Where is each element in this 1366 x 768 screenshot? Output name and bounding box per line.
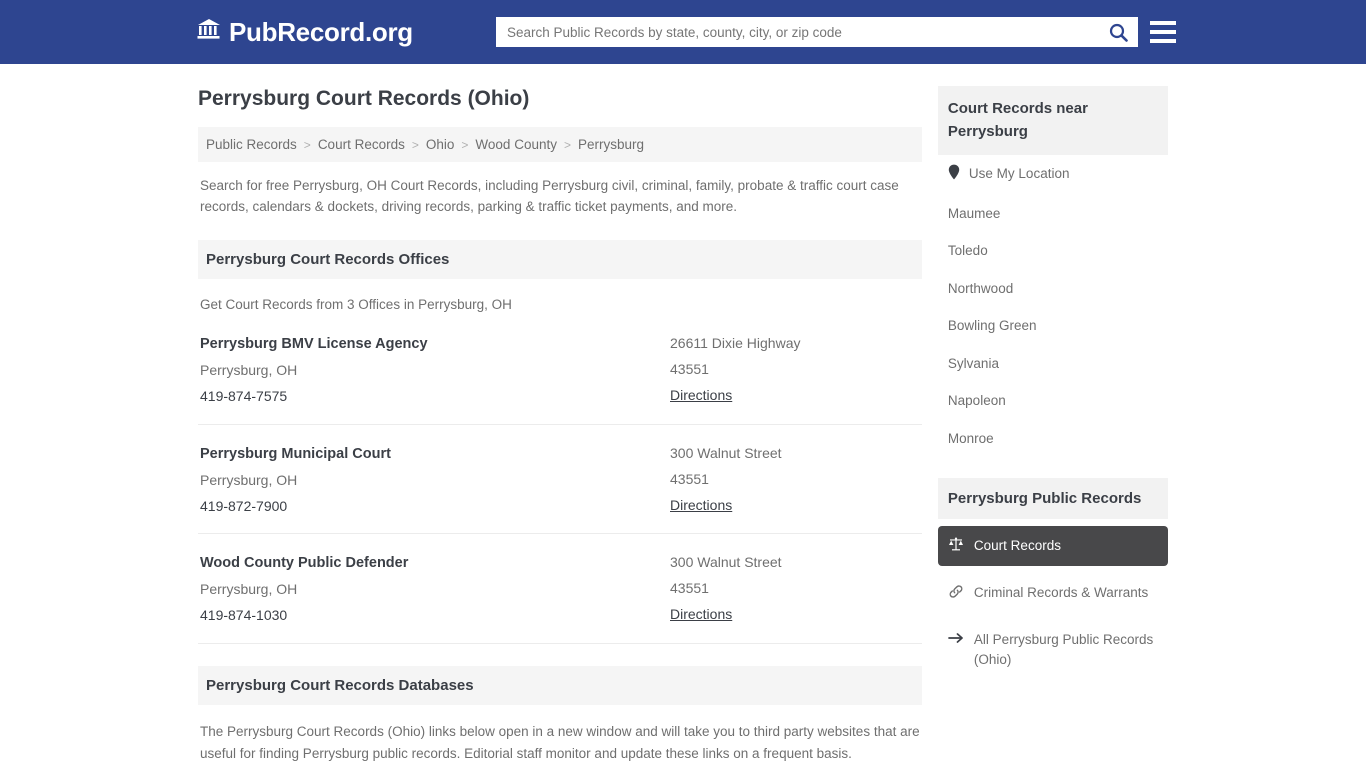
office-phone: 419-874-1030: [200, 607, 288, 624]
sidebar-item-label: Use My Location: [968, 166, 1070, 181]
logo-text: PubRecord.org: [229, 16, 413, 47]
office-phone: 419-872-7900: [200, 497, 288, 514]
office-name: Perrysburg Municipal Court: [200, 445, 391, 462]
office-row: Wood County Public Defender Perrysburg, …: [198, 534, 922, 645]
databases-intro-text: The Perrysburg Court Records (Ohio) link…: [200, 724, 920, 761]
sidebar: Court Records near Perrysburg Use My Loc…: [937, 86, 1168, 768]
office-zip: 43551: [670, 361, 709, 378]
office-street: 300 Walnut Street: [670, 554, 782, 571]
breadcrumb: Public Records > Court Records > Ohio > …: [198, 127, 922, 163]
office-address: 300 Walnut Street 43551 Directions: [670, 550, 920, 629]
link-chain-icon: [948, 583, 965, 599]
hamburger-bar: [1150, 30, 1176, 34]
directions-link[interactable]: Directions: [670, 383, 732, 409]
directions-link[interactable]: Directions: [670, 602, 732, 628]
sidebar-nearby-heading: Court Records near Perrysburg: [937, 86, 1168, 155]
sidebar-item-napoleon[interactable]: Napoleon: [938, 382, 1168, 420]
search-input[interactable]: [497, 18, 1099, 46]
sidebar-item-monroe[interactable]: Monroe: [938, 420, 1168, 458]
sidebar-item-label: Toledo: [947, 243, 988, 259]
office-row: Perrysburg Municipal Court Perrysburg, O…: [198, 425, 922, 535]
office-city-state: Perrysburg, OH: [200, 581, 298, 598]
breadcrumb-item-perrysburg[interactable]: Perrysburg: [578, 137, 644, 152]
main-content: Perrysburg Court Records (Ohio) Public R…: [198, 86, 922, 768]
site-logo[interactable]: PubRecord.org: [196, 17, 413, 46]
hamburger-menu-icon[interactable]: [1150, 19, 1176, 45]
office-zip: 43551: [670, 470, 709, 487]
databases-section-heading: Perrysburg Court Records Databases: [198, 666, 922, 706]
sidebar-item-label: Bowling Green: [947, 318, 1037, 334]
sidebar-item-northwood[interactable]: Northwood: [938, 270, 1168, 308]
sidebar-item-label: Monroe: [947, 430, 994, 446]
directions-link[interactable]: Directions: [670, 493, 732, 519]
office-city-state: Perrysburg, OH: [200, 471, 298, 488]
breadcrumb-separator: >: [563, 137, 571, 152]
sidebar-item-maumee[interactable]: Maumee: [938, 195, 1168, 233]
sidebar-item-label: Sylvania: [947, 355, 999, 371]
hamburger-bar: [1150, 39, 1176, 43]
sidebar-item-toledo[interactable]: Toledo: [938, 232, 1168, 270]
breadcrumb-item-wood-county[interactable]: Wood County: [475, 137, 557, 152]
page-body: Perrysburg Court Records (Ohio) Public R…: [0, 64, 1366, 768]
sidebar-item-use-my-location[interactable]: Use My Location: [938, 155, 1168, 195]
office-address: 300 Walnut Street 43551 Directions: [670, 441, 920, 520]
office-street: 26611 Dixie Highway: [670, 335, 801, 352]
office-details: Perrysburg Municipal Court Perrysburg, O…: [200, 441, 670, 520]
breadcrumb-item-public-records[interactable]: Public Records: [206, 137, 297, 152]
breadcrumb-separator: >: [411, 137, 419, 152]
sidebar-item-label: Northwood: [947, 280, 1014, 296]
page-intro-text: Search for free Perrysburg, OH Court Rec…: [200, 178, 899, 215]
sidebar-item-label: Napoleon: [947, 393, 1006, 409]
office-row: Perrysburg BMV License Agency Perrysburg…: [198, 315, 922, 425]
sidebar-item-label: Court Records: [973, 537, 1061, 553]
sidebar-item-all-public-records[interactable]: All Perrysburg Public Records (Ohio): [938, 620, 1168, 681]
office-details: Perrysburg BMV License Agency Perrysburg…: [200, 331, 670, 410]
sidebar-item-bowling-green[interactable]: Bowling Green: [938, 307, 1168, 345]
search-bar: [496, 17, 1138, 47]
bank-building-icon: [196, 17, 222, 46]
office-address: 26611 Dixie Highway 43551 Directions: [670, 331, 920, 410]
sidebar-public-records-heading: Perrysburg Public Records: [937, 477, 1168, 519]
sidebar-item-sylvania[interactable]: Sylvania: [938, 345, 1168, 383]
breadcrumb-separator: >: [303, 137, 311, 152]
office-name: Perrysburg BMV License Agency: [200, 336, 428, 353]
balance-scale-icon: [948, 536, 965, 552]
offices-section-subtitle: Get Court Records from 3 Offices in Perr…: [200, 297, 512, 313]
arrow-right-icon: [948, 630, 965, 645]
office-street: 300 Walnut Street: [670, 444, 782, 461]
breadcrumb-item-ohio[interactable]: Ohio: [426, 137, 455, 152]
search-icon[interactable]: [1099, 18, 1137, 46]
site-header: PubRecord.org: [0, 0, 1366, 64]
office-phone: 419-874-7575: [200, 387, 288, 404]
sidebar-item-court-records[interactable]: Court Records: [937, 525, 1168, 566]
sidebar-nearby-list: Use My Location Maumee Toledo Northwood …: [938, 155, 1168, 458]
breadcrumb-separator: >: [461, 137, 469, 152]
sidebar-item-label: Criminal Records & Warrants: [973, 584, 1149, 600]
sidebar-item-criminal-records[interactable]: Criminal Records & Warrants: [938, 573, 1168, 613]
office-city-state: Perrysburg, OH: [200, 362, 298, 379]
sidebar-item-label: All Perrysburg Public Records (Ohio): [973, 632, 1154, 668]
sidebar-item-label: Maumee: [947, 205, 1001, 221]
map-pin-icon: [948, 164, 960, 186]
hamburger-bar: [1150, 21, 1176, 25]
offices-section-heading: Perrysburg Court Records Offices: [198, 240, 922, 280]
page-title: Perrysburg Court Records (Ohio): [198, 87, 530, 110]
breadcrumb-item-court-records[interactable]: Court Records: [318, 137, 405, 152]
office-name: Wood County Public Defender: [200, 555, 409, 572]
office-details: Wood County Public Defender Perrysburg, …: [200, 550, 670, 629]
office-zip: 43551: [670, 580, 709, 597]
